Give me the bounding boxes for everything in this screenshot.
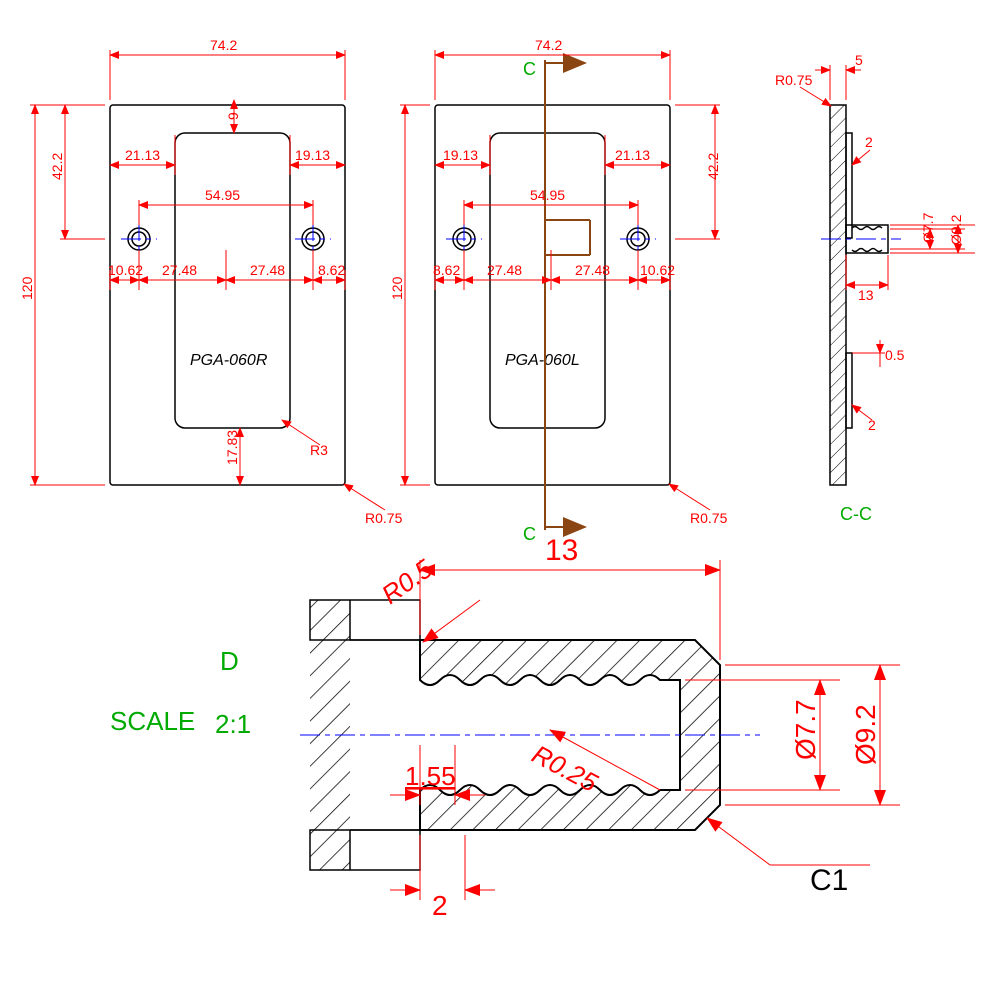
svg-text:0.5: 0.5 xyxy=(885,347,905,363)
svg-text:10.62: 10.62 xyxy=(640,262,675,278)
svg-text:1.55: 1.55 xyxy=(405,761,456,791)
svg-text:Ø9.2: Ø9.2 xyxy=(948,214,964,245)
svg-text:120: 120 xyxy=(389,276,405,300)
svg-text:42.2: 42.2 xyxy=(705,153,721,180)
svg-text:2:1: 2:1 xyxy=(215,709,251,739)
svg-text:120: 120 xyxy=(19,276,35,300)
view-section: 5 R0.75 2 13 Ø7.7 Ø9.2 0.5 2 C-C xyxy=(775,52,975,524)
svg-text:R0.25: R0.25 xyxy=(527,739,603,798)
svg-text:R0.75: R0.75 xyxy=(690,510,728,526)
svg-text:8.62: 8.62 xyxy=(433,262,460,278)
svg-text:R0.75: R0.75 xyxy=(365,510,403,526)
svg-text:54.95: 54.95 xyxy=(530,187,565,203)
svg-text:R0.75: R0.75 xyxy=(775,72,813,88)
svg-text:R3: R3 xyxy=(310,442,328,458)
view-detail: 13 R0.5 R0.25 1.55 2 Ø7.7 Ø9.2 C1 D SCAL… xyxy=(110,534,900,921)
svg-text:54.95: 54.95 xyxy=(205,187,240,203)
svg-text:Ø7.7: Ø7.7 xyxy=(790,699,821,760)
svg-text:SCALE: SCALE xyxy=(110,706,195,736)
svg-text:2: 2 xyxy=(868,417,876,433)
svg-text:5: 5 xyxy=(855,52,863,68)
view-middle: PGA-060L C C 74.2 42.2 120 19.13 21.13 5… xyxy=(389,37,728,544)
svg-text:13: 13 xyxy=(858,287,874,303)
svg-text:Ø9.2: Ø9.2 xyxy=(850,704,881,765)
svg-text:27.48: 27.48 xyxy=(250,262,285,278)
svg-text:2: 2 xyxy=(432,890,448,921)
svg-text:27.48: 27.48 xyxy=(487,262,522,278)
svg-text:74.2: 74.2 xyxy=(535,37,562,53)
svg-text:27.48: 27.48 xyxy=(162,262,197,278)
part-label: PGA-060L xyxy=(505,352,580,369)
svg-text:42.2: 42.2 xyxy=(49,153,65,180)
svg-text:27.48: 27.48 xyxy=(575,262,610,278)
svg-text:D: D xyxy=(220,646,239,676)
svg-text:2: 2 xyxy=(865,134,873,150)
svg-text:19.13: 19.13 xyxy=(295,147,330,163)
svg-text:74.2: 74.2 xyxy=(210,37,237,53)
svg-text:C: C xyxy=(523,524,536,544)
svg-text:9: 9 xyxy=(225,112,241,120)
svg-text:C-C: C-C xyxy=(840,504,872,524)
part-label: PGA-060R xyxy=(190,352,268,369)
svg-text:10.62: 10.62 xyxy=(108,262,143,278)
svg-text:R0.5: R0.5 xyxy=(376,553,439,610)
svg-text:C: C xyxy=(523,59,536,79)
svg-text:21.13: 21.13 xyxy=(615,147,650,163)
svg-text:19.13: 19.13 xyxy=(443,147,478,163)
svg-text:21.13: 21.13 xyxy=(125,147,160,163)
svg-text:Ø7.7: Ø7.7 xyxy=(920,212,936,243)
svg-text:13: 13 xyxy=(545,534,578,567)
view-left: PGA-060R 74.2 120 42.2 21.13 19.13 54.95… xyxy=(19,37,403,526)
svg-text:17.83: 17.83 xyxy=(224,430,240,465)
svg-text:C1: C1 xyxy=(810,864,848,897)
svg-text:8.62: 8.62 xyxy=(318,262,345,278)
